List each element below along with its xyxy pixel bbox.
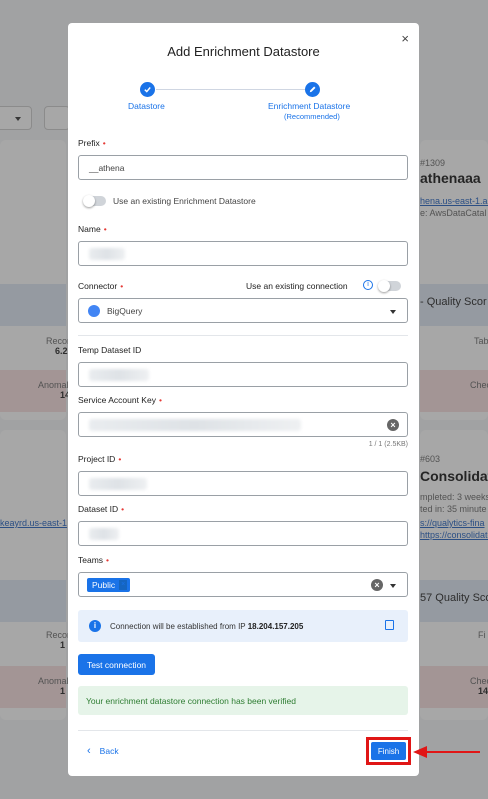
footer-divider <box>78 730 408 731</box>
dialog-title: Add Enrichment Datastore <box>167 44 320 59</box>
dataset-id-label: Dataset ID • <box>78 504 125 514</box>
temp-dataset-input[interactable] <box>78 362 408 387</box>
step-1-label: Datastore <box>128 101 165 111</box>
info-icon: i <box>89 620 101 632</box>
connection-info-banner: i Connection will be established from IP… <box>78 610 408 642</box>
project-id-input[interactable] <box>78 471 408 496</box>
name-label: Name • <box>78 224 107 234</box>
back-button[interactable]: ‹ Back <box>87 745 119 757</box>
success-message: Your enrichment datastore connection has… <box>78 686 408 715</box>
connector-label: Connector • <box>78 281 124 291</box>
service-account-label: Service Account Key • <box>78 395 162 405</box>
step-connector-line <box>156 89 306 90</box>
step-1-check-icon <box>140 82 155 97</box>
use-existing-connection-label: Use an existing connection <box>246 281 348 291</box>
test-connection-button[interactable]: Test connection <box>78 654 155 675</box>
finish-highlight: Finish <box>366 737 411 765</box>
name-input[interactable] <box>78 241 408 266</box>
service-account-key-input[interactable]: × <box>78 412 408 437</box>
chevron-down-icon <box>390 584 396 588</box>
use-existing-enrichment-toggle[interactable] <box>83 195 106 207</box>
ip-address: 18.204.157.205 <box>247 622 304 631</box>
teams-select[interactable]: Public × × <box>78 572 408 597</box>
prefix-label: Prefix • <box>78 138 106 148</box>
finish-button[interactable]: Finish <box>371 742 406 760</box>
bigquery-icon <box>88 305 100 317</box>
red-arrow-annotation <box>413 746 480 758</box>
info-icon[interactable]: i <box>363 280 373 290</box>
clear-icon[interactable]: × <box>371 579 383 591</box>
section-divider <box>78 335 408 336</box>
step-2-label: Enrichment Datastore <box>268 101 351 111</box>
stepper: Datastore Enrichment Datastore (Recommen… <box>68 82 419 129</box>
dataset-id-input[interactable] <box>78 521 408 546</box>
temp-dataset-label: Temp Dataset ID <box>78 345 142 355</box>
use-existing-enrichment-label: Use an existing Enrichment Datastore <box>113 196 256 206</box>
chevron-down-icon <box>390 310 396 314</box>
copy-icon[interactable] <box>385 620 394 630</box>
step-2-edit-icon <box>305 82 320 97</box>
project-id-label: Project ID • <box>78 454 122 464</box>
team-chip-public: Public × <box>87 578 131 592</box>
file-size-hint: 1 / 1 (2.5KB) <box>368 441 408 448</box>
step-2-sublabel: (Recommended) <box>284 112 340 121</box>
chip-remove-icon[interactable]: × <box>119 580 128 590</box>
prefix-input[interactable]: __athena <box>78 155 408 180</box>
add-enrichment-datastore-dialog: × Add Enrichment Datastore Datastore Enr… <box>68 23 419 776</box>
connector-select[interactable]: BigQuery <box>78 298 408 323</box>
clear-icon[interactable]: × <box>387 419 399 431</box>
teams-label: Teams • <box>78 555 110 565</box>
use-existing-connection-toggle[interactable] <box>378 280 401 292</box>
chevron-left-icon: ‹ <box>87 745 91 757</box>
